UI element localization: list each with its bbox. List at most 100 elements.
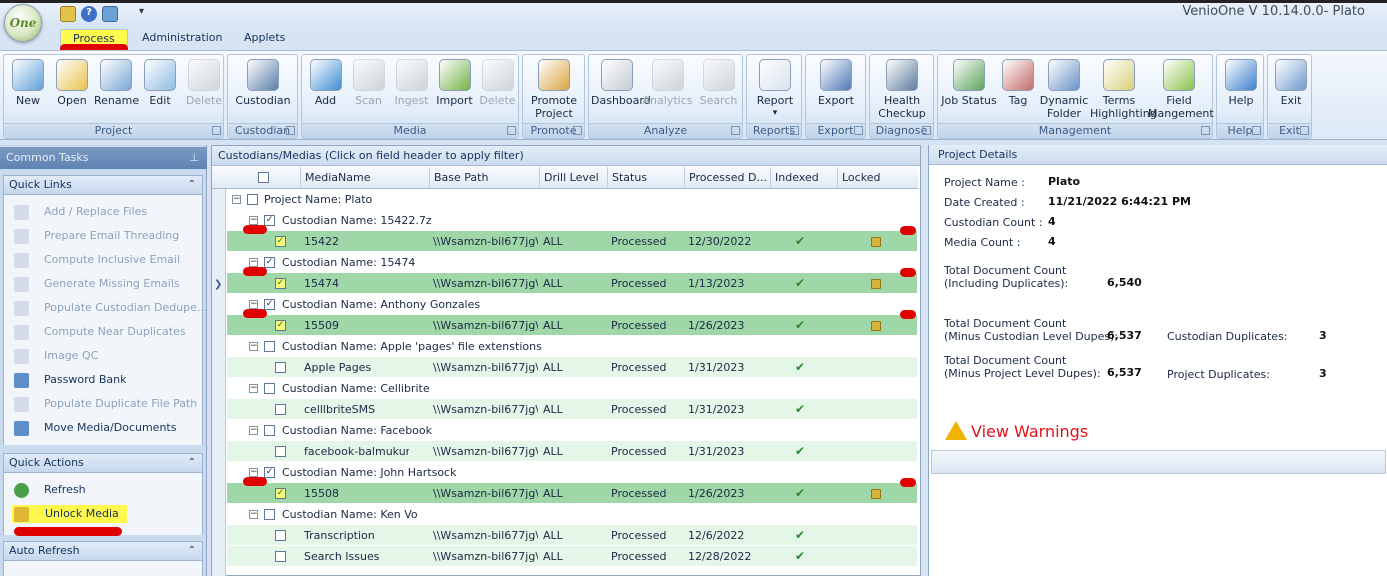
custodian-row[interactable]: − Custodian Name: Apple 'pages' file exte… (227, 336, 917, 357)
media-row[interactable]: ✓ 15474 \\Wsamzn-bil677jg\... ALL Processed 1… (227, 273, 917, 294)
media-checkbox[interactable] (275, 446, 286, 457)
collapse-icon[interactable]: − (249, 510, 258, 519)
edit-project-button[interactable]: Edit (138, 57, 182, 121)
quick-link-item[interactable]: Add / Replace Files (14, 203, 147, 221)
media-row[interactable]: Apple Pages \\Wsamzn-bil677jg\... ALL Proce… (227, 357, 917, 378)
collapse-icon[interactable]: ⌃ (188, 542, 196, 560)
dropdown-icon[interactable]: ▾ (749, 107, 801, 120)
project-checkbox[interactable] (247, 194, 258, 205)
custodian-row[interactable]: − ✓ Custodian Name: 15474 (227, 252, 917, 273)
auto-refresh-header[interactable]: Auto Refresh ⌃ (3, 541, 203, 561)
dialog-launcher-icon[interactable] (1252, 126, 1261, 135)
help-button[interactable]: Help (1219, 57, 1263, 121)
custodian-checkbox[interactable] (264, 383, 275, 394)
media-row[interactable]: ✓ 15422 \\Wsamzn-bil677jg\... ALL Processed 1… (227, 231, 917, 252)
quick-links-header[interactable]: Quick Links ⌃ (3, 175, 203, 195)
unlock-media-action[interactable]: Unlock Media (12, 505, 127, 523)
dialog-launcher-icon[interactable] (731, 126, 740, 135)
delete-project-button[interactable]: Delete (182, 57, 226, 121)
view-warnings-link[interactable]: View Warnings (945, 421, 1088, 441)
ingest-button[interactable]: Ingest (390, 57, 433, 121)
media-row[interactable]: facebook-balmukun-few \\Wsamzn-bil677jg\.… (227, 441, 917, 462)
refresh-action[interactable]: Refresh (14, 481, 86, 499)
rename-project-button[interactable]: Rename (94, 57, 139, 121)
quick-link-item[interactable]: Generate Missing Emails (14, 275, 180, 293)
media-checkbox[interactable]: ✓ (275, 278, 286, 289)
new-project-button[interactable]: New (6, 57, 50, 121)
media-checkbox[interactable] (275, 551, 286, 562)
custodian-row[interactable]: − Custodian Name: Ken Vo (227, 504, 917, 525)
project-row[interactable]: − Project Name: Plato (227, 189, 917, 210)
quick-link-item[interactable]: Move Media/Documents (14, 419, 176, 437)
quick-link-item[interactable]: Compute Inclusive Email (14, 251, 180, 269)
tab-administration[interactable]: Administration (142, 31, 223, 44)
dialog-launcher-icon[interactable] (854, 126, 863, 135)
health-checkup-button[interactable]: Health Checkup (872, 57, 932, 121)
dashboard-button[interactable]: Dashboard (591, 57, 651, 121)
column-indexed[interactable]: Indexed (770, 167, 837, 189)
collapse-icon[interactable]: ⌃ (188, 176, 196, 194)
custodian-row[interactable]: − ✓ Custodian Name: John Hartsock (227, 462, 917, 483)
media-checkbox[interactable]: ✓ (275, 236, 286, 247)
quick-link-item[interactable]: Compute Near Duplicates (14, 323, 186, 341)
quick-link-item[interactable]: Populate Custodian Dedupe... (14, 299, 207, 317)
collapse-icon[interactable]: ⌃ (188, 454, 196, 472)
column-drill-level[interactable]: Drill Level (539, 167, 607, 189)
column-locked[interactable]: Locked (837, 167, 918, 189)
exit-icon[interactable] (102, 6, 118, 22)
custodian-checkbox[interactable]: ✓ (264, 467, 275, 478)
media-checkbox[interactable]: ✓ (275, 320, 286, 331)
dialog-launcher-icon[interactable] (507, 126, 516, 135)
exit-button[interactable]: Exit (1270, 57, 1312, 121)
pin-icon[interactable]: ⊥ (189, 147, 199, 169)
media-row[interactable]: celllbriteSMS \\Wsamzn-bil677jg\... ALL Pro… (227, 399, 917, 420)
dynamic-folder-button[interactable]: Dynamic Folder (1038, 57, 1090, 121)
tab-applets[interactable]: Applets (244, 31, 285, 44)
custodian-row[interactable]: − ✓ Custodian Name: 15422.7z (227, 210, 917, 231)
media-row[interactable]: Search Issues \\Wsamzn-bil677jg\... ALL Pro… (227, 546, 917, 567)
customize-toolbar-icon[interactable]: ▾ (139, 6, 144, 17)
collapse-icon[interactable]: − (249, 258, 258, 267)
open-project-button[interactable]: Open (50, 57, 94, 121)
collapse-icon[interactable]: − (249, 426, 258, 435)
terms-highlighting-button[interactable]: Terms Highlighting (1090, 57, 1157, 121)
custodian-checkbox[interactable]: ✓ (264, 299, 275, 310)
custodian-checkbox[interactable] (264, 341, 275, 352)
report-button[interactable]: Report ▾ (749, 57, 801, 121)
custodian-checkbox[interactable]: ✓ (264, 257, 275, 268)
media-checkbox[interactable]: ✓ (275, 488, 286, 499)
media-row[interactable]: ✓ 15509 \\Wsamzn-bil677jg\... ALL Processed 1… (227, 315, 917, 336)
quick-actions-header[interactable]: Quick Actions ⌃ (3, 453, 203, 473)
search-button[interactable]: Search (693, 57, 744, 121)
custodian-row[interactable]: − Custodian Name: Cellibrite (227, 378, 917, 399)
media-checkbox[interactable] (275, 530, 286, 541)
media-checkbox[interactable] (275, 404, 286, 415)
media-row[interactable]: Transcription \\Wsamzn-bil677jg\... ALL Pro… (227, 525, 917, 546)
custodian-checkbox[interactable]: ✓ (264, 215, 275, 226)
custodian-checkbox[interactable] (264, 425, 275, 436)
dialog-launcher-icon[interactable] (922, 126, 931, 135)
app-logo[interactable]: One (4, 4, 42, 42)
custodian-row[interactable]: − ✓ Custodian Name: Anthony Gonzales (227, 294, 917, 315)
dialog-launcher-icon[interactable] (790, 126, 799, 135)
dialog-launcher-icon[interactable] (1300, 126, 1309, 135)
custodian-row[interactable]: − Custodian Name: Facebook (227, 420, 917, 441)
column-processed-date[interactable]: Processed D... (684, 167, 770, 189)
collapse-icon[interactable]: − (249, 342, 258, 351)
collapse-icon[interactable]: − (249, 384, 258, 393)
add-media-button[interactable]: Add (304, 57, 347, 121)
dialog-launcher-icon[interactable] (1201, 126, 1210, 135)
column-base-path[interactable]: Base Path (429, 167, 539, 189)
tag-button[interactable]: Tag (998, 57, 1038, 121)
export-button[interactable]: Export (808, 57, 864, 121)
scan-button[interactable]: Scan (347, 57, 390, 121)
custodian-checkbox[interactable] (264, 509, 275, 520)
lock-icon[interactable] (60, 6, 76, 22)
quick-link-item[interactable]: Password Bank (14, 371, 127, 389)
delete-media-button[interactable]: Delete (476, 57, 519, 121)
quick-link-item[interactable]: Image QC (14, 347, 98, 365)
collapse-icon[interactable]: − (232, 195, 241, 204)
job-status-button[interactable]: Job Status (940, 57, 998, 121)
field-management-button[interactable]: Field Mangement (1148, 57, 1214, 121)
select-all-icon[interactable] (258, 172, 269, 183)
